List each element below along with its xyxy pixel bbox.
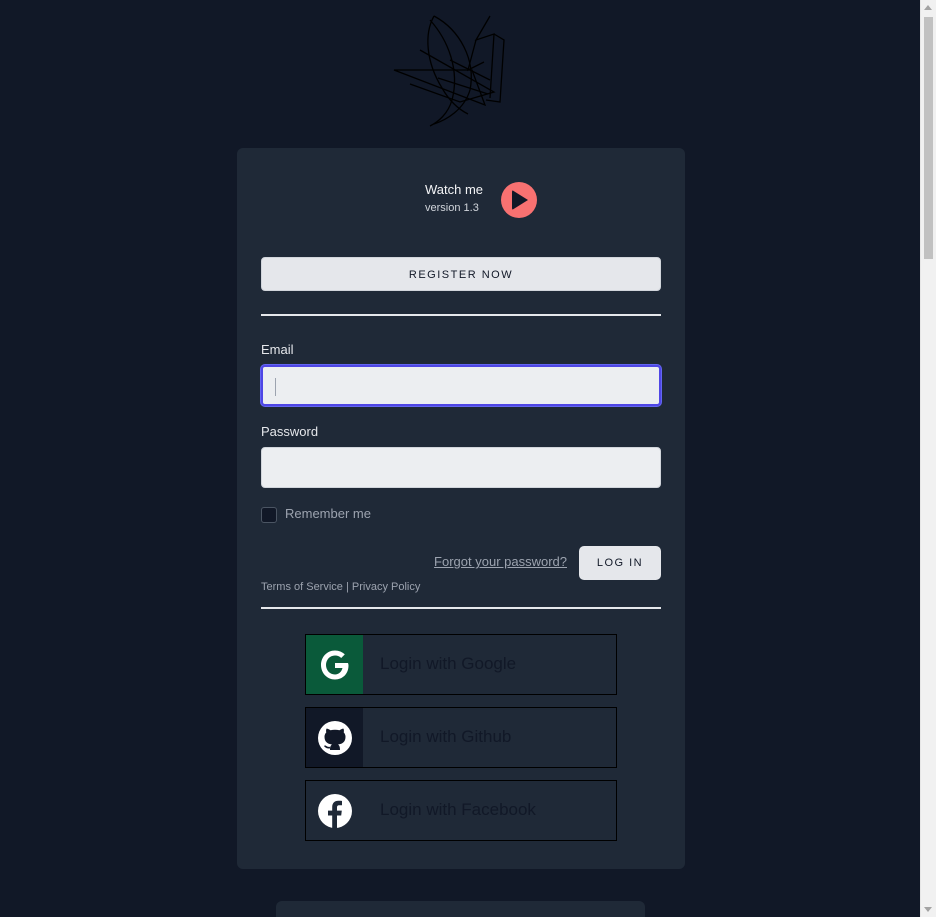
login-card: Watch me version 1.3 REGISTER NOW Email … [237,148,685,869]
register-button[interactable]: REGISTER NOW [261,257,661,291]
password-label: Password [261,424,319,439]
facebook-icon [306,781,363,840]
remember-label: Remember me [285,506,371,521]
page: Watch me version 1.3 REGISTER NOW Email … [0,0,921,917]
scrollbar-thumb[interactable] [924,17,933,259]
forgot-password-link[interactable]: Forgot your password? [434,554,567,569]
brand-title: Watch me [425,182,484,197]
login-facebook-button[interactable]: Login with Facebook [305,780,617,841]
email-label: Email [261,342,294,357]
divider [261,314,661,316]
divider [261,607,661,609]
github-label: Login with Github [380,727,512,746]
email-field[interactable] [261,365,661,406]
brand: Watch me version 1.3 [425,182,545,222]
legal-links[interactable]: Terms of Service | Privacy Policy [261,581,420,593]
play-icon[interactable] [501,182,537,218]
google-label: Login with Google [380,654,517,673]
brand-version: version 1.3 [425,202,479,214]
text-caret [275,378,276,396]
scrollbar[interactable] [920,0,936,917]
scroll-down-icon[interactable] [924,907,932,912]
login-google-button[interactable]: Login with Google [305,634,617,695]
scroll-up-icon[interactable] [924,5,932,10]
login-github-button[interactable]: Login with Github [305,707,617,768]
github-icon [306,708,363,767]
logo-icon [390,10,510,130]
login-button[interactable]: LOG IN [579,546,661,580]
remember-checkbox[interactable] [261,507,277,523]
secondary-card [276,901,645,917]
google-icon [306,635,363,694]
password-field[interactable] [261,447,661,488]
facebook-label: Login with Facebook [380,800,536,819]
